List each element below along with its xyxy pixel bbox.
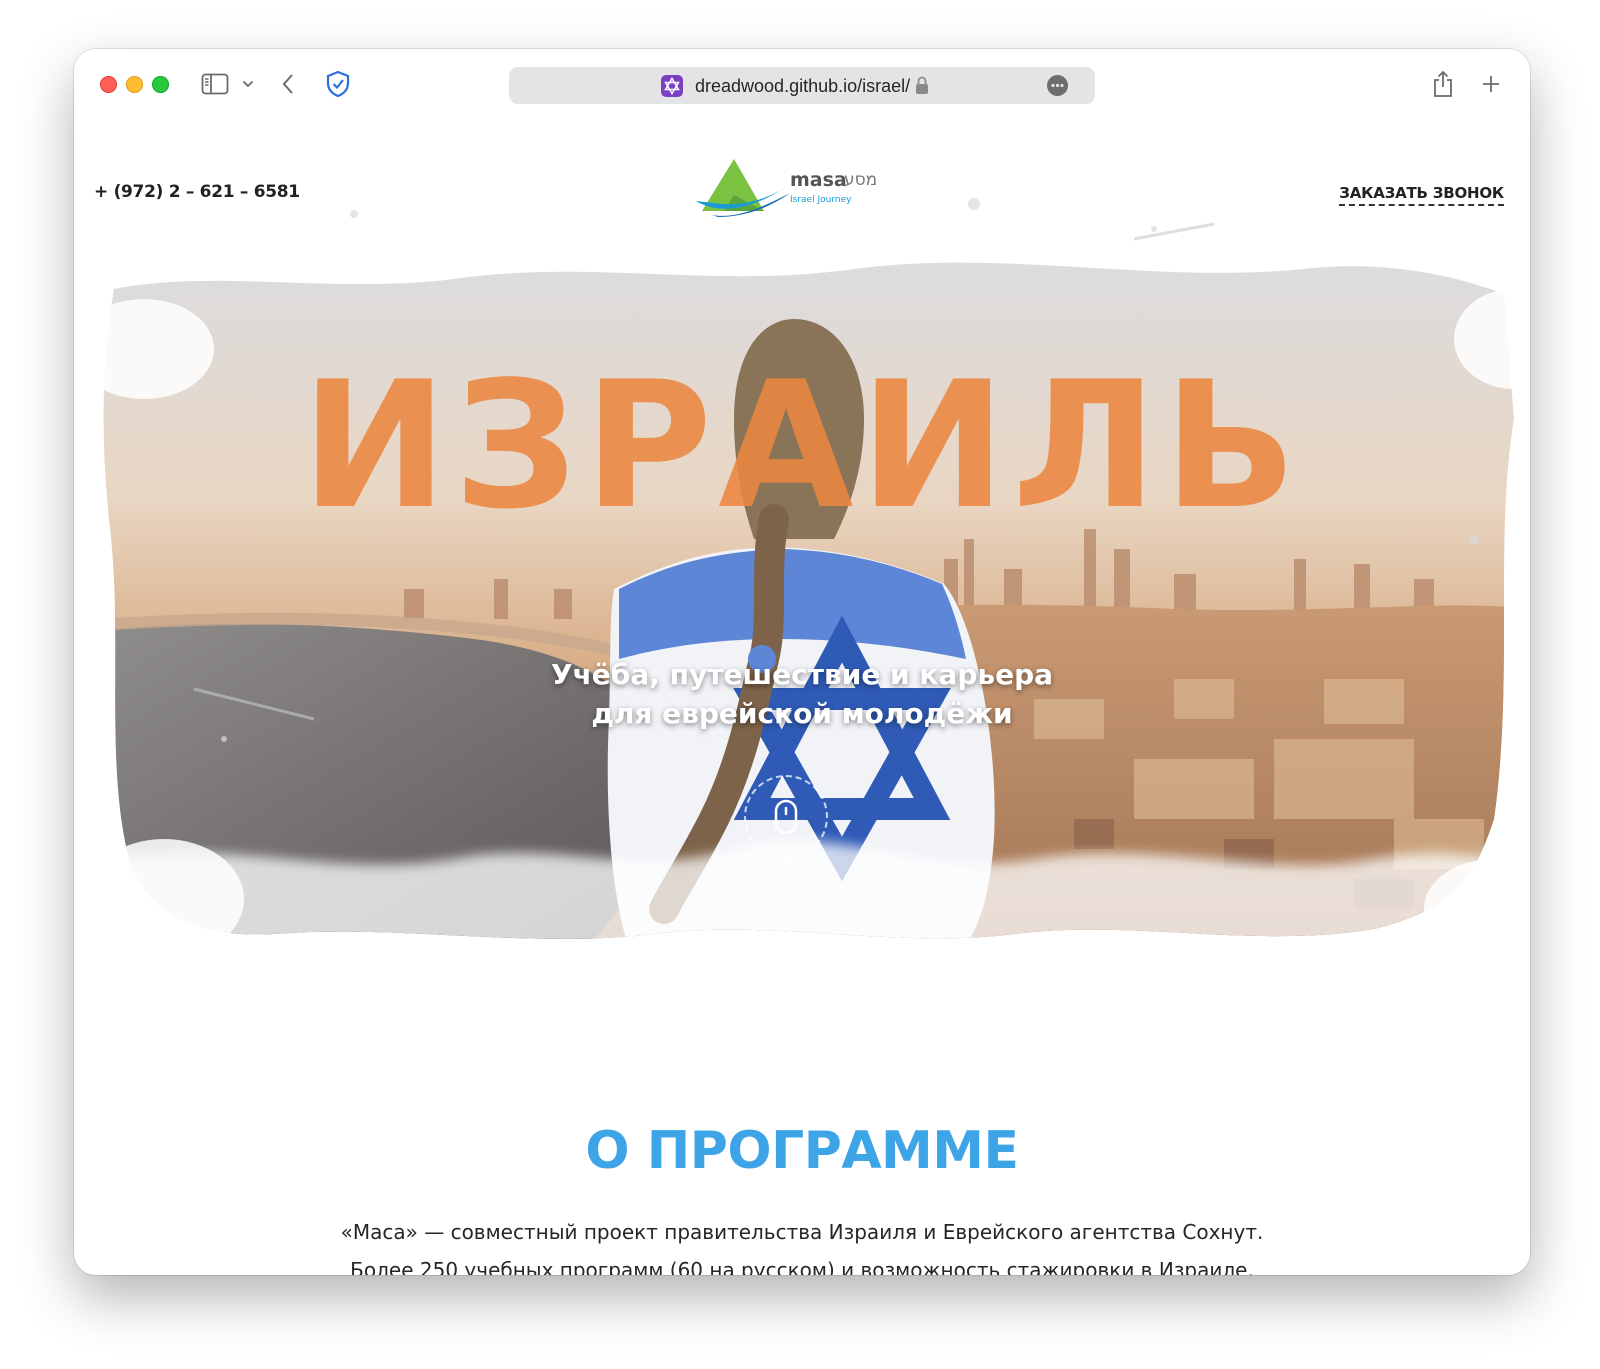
hero-subtitle-line-2: для еврейской молодёжи (591, 697, 1013, 730)
sidebar-icon[interactable] (200, 69, 230, 99)
privacy-shield-icon[interactable] (324, 69, 352, 99)
hero-section: + (972) 2 – 621 – 6581 masa מסע Israel J… (74, 119, 1530, 1039)
about-text-line-1: «Маса» — совместный проект правительства… (340, 1220, 1264, 1244)
masa-logo[interactable]: masa מסע Israel Journey (694, 157, 884, 221)
phone-number[interactable]: + (972) 2 – 621 – 6581 (94, 182, 300, 202)
scroll-indicator-line (784, 857, 785, 927)
hero-subtitle-line-1: Учёба, путешествие и карьера (550, 658, 1054, 691)
web-page: + (972) 2 – 621 – 6581 masa מסע Israel J… (74, 119, 1530, 1275)
logo-wordmark: masa (790, 169, 847, 191)
url-text: dreadwood.github.io/israel/ (695, 76, 911, 96)
browser-window: dreadwood.github.io/israel/ + (972) 2 – … (74, 49, 1530, 1275)
hero-background-image (74, 198, 1530, 959)
scroll-down-button[interactable] (744, 775, 828, 859)
about-text-line-2: Более 250 учебных программ (60 на русско… (350, 1258, 1254, 1275)
star-of-david-icon (661, 75, 683, 97)
about-text: «Маса» — совместный проект правительства… (74, 1213, 1530, 1275)
lock-icon (915, 76, 929, 100)
more-icon[interactable] (1047, 75, 1068, 96)
close-window-button[interactable] (100, 76, 117, 93)
back-arrow-icon[interactable] (278, 69, 298, 99)
hero-subtitle: Учёба, путешествие и карьера для еврейск… (74, 655, 1530, 733)
address-bar[interactable]: dreadwood.github.io/israel/ (509, 67, 1095, 104)
chevron-down-icon[interactable] (240, 69, 256, 99)
order-call-link[interactable]: ЗАКАЗАТЬ ЗВОНОК (1339, 184, 1504, 206)
section-title: О ПРОГРАММЕ (585, 1121, 1019, 1181)
minimize-window-button[interactable] (126, 76, 143, 93)
share-icon[interactable] (1430, 69, 1456, 99)
browser-toolbar: dreadwood.github.io/israel/ (74, 49, 1530, 119)
mouse-scroll-icon (774, 799, 798, 835)
new-tab-plus-icon[interactable] (1478, 69, 1504, 99)
logo-tagline: Israel Journey (790, 195, 852, 205)
hero-title: ИЗРАИЛЬ (301, 345, 1303, 548)
zoom-window-button[interactable] (152, 76, 169, 93)
logo-hebrew: מסע (844, 170, 878, 190)
